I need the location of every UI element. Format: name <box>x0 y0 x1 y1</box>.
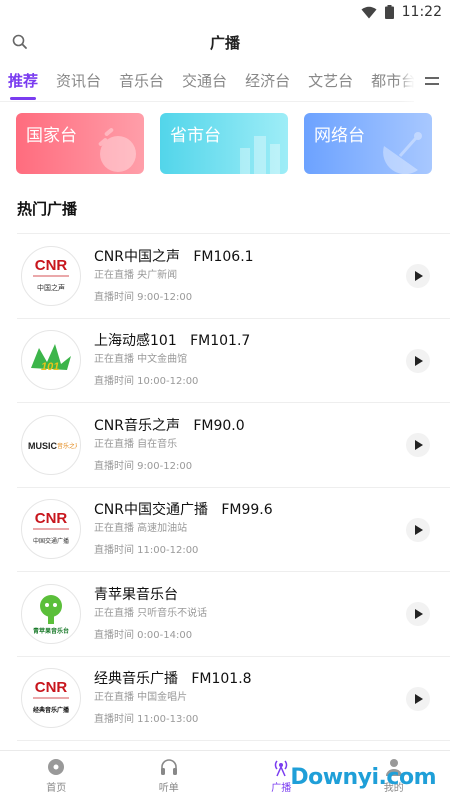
station-name: CNR音乐之声 FM90.0 <box>94 417 245 434</box>
menu-icon <box>425 77 439 85</box>
dg101-logo-icon: 101 <box>31 344 71 373</box>
station-name: 上海动感101 FM101.7 <box>94 333 251 350</box>
station-name: 经典音乐广播 FM101.8 <box>94 671 252 688</box>
svg-text:CNR: CNR <box>35 510 68 527</box>
play-button[interactable] <box>406 602 430 626</box>
search-icon[interactable] <box>11 33 29 51</box>
tab-economy[interactable]: 经济台 <box>245 70 290 91</box>
status-time: 11:22 <box>401 4 442 20</box>
nav-playlist[interactable]: 听单 <box>113 751 226 800</box>
nav-home-label: 首页 <box>46 783 67 794</box>
tab-music[interactable]: 音乐台 <box>119 70 164 91</box>
station-name: CNR中国之声 FM106.1 <box>94 248 254 265</box>
station-now-playing: 正在直播 高速加油站 <box>94 523 188 535</box>
nav-home[interactable]: 首页 <box>0 751 113 800</box>
svg-text:青苹果音乐台: 青苹果音乐台 <box>33 627 69 635</box>
apple-mascot-icon: 青苹果音乐台 <box>33 594 69 635</box>
status-bar: 11:22 <box>0 0 450 24</box>
tab-city[interactable]: 都市台 <box>371 70 416 91</box>
play-button[interactable] <box>406 433 430 457</box>
cnr-logo-icon: CNR 经典音乐广播 <box>33 679 70 714</box>
station-logo-cnr: CNR 中国之声 <box>21 245 81 306</box>
tab-arts[interactable]: 文艺台 <box>308 70 353 91</box>
nav-radio-label: 广播 <box>271 783 292 794</box>
music-logo-icon: MUSIC 音乐之声 <box>28 441 77 451</box>
list-item[interactable]: 101 上海动感101 FM101.7 正在直播 中文金曲馆 直播时间 10:0… <box>17 319 450 403</box>
svg-text:音乐之声: 音乐之声 <box>57 442 77 450</box>
svg-text:101: 101 <box>41 361 59 373</box>
svg-text:经典音乐广播: 经典音乐广播 <box>33 706 70 714</box>
station-time: 直播时间 11:00-12:00 <box>94 545 199 557</box>
card-network[interactable]: 网络台 <box>304 113 432 174</box>
disc-icon <box>48 759 65 775</box>
cnr-logo-icon: CNR 中国交通广播 <box>33 510 69 545</box>
station-now-playing: 正在直播 央广新闻 <box>94 269 178 281</box>
station-now-playing: 正在直播 中文金曲馆 <box>94 354 188 366</box>
station-logo-music: MUSIC 音乐之声 <box>21 414 81 475</box>
station-logo-dg: 101 <box>21 330 81 391</box>
radio-tower-icon <box>275 760 288 777</box>
play-icon <box>414 524 423 535</box>
list-item[interactable]: 青苹果音乐台 青苹果音乐台 正在直播 只听音乐不说话 直播时间 0:00-14:… <box>17 572 450 657</box>
cnr-logo-icon: CNR 中国之声 <box>33 257 69 292</box>
play-button[interactable] <box>406 686 430 711</box>
tab-recommend[interactable]: 推荐 <box>8 70 38 100</box>
station-name: CNR中国交通广播 FM99.6 <box>94 502 273 519</box>
app-header: 广播 <box>0 24 450 60</box>
station-time: 直播时间 0:00-14:00 <box>94 629 193 641</box>
play-icon <box>414 693 423 704</box>
section-title: 热门广播 <box>17 200 78 218</box>
building-icon <box>240 136 280 174</box>
page-title: 广播 <box>209 33 240 52</box>
satellite-dish-icon <box>383 132 422 174</box>
station-time: 直播时间 9:00-12:00 <box>94 291 193 303</box>
card-national[interactable]: 国家台 <box>16 113 144 174</box>
list-item[interactable]: CNR 中国交通广播 CNR中国交通广播 FM99.6 正在直播 高速加油站 直… <box>17 488 450 572</box>
nav-playlist-label: 听单 <box>158 783 179 794</box>
station-logo-apple: 青苹果音乐台 <box>21 583 81 644</box>
svg-text:CNR: CNR <box>35 257 68 274</box>
wifi-icon <box>361 6 377 18</box>
plug-icon <box>98 128 136 172</box>
category-tabs: 推荐 资讯台 音乐台 交通台 经济台 文艺台 都市台 <box>0 60 450 102</box>
station-now-playing: 正在直播 只听音乐不说话 <box>94 607 208 619</box>
card-provincial-label: 省市台 <box>170 126 221 146</box>
play-button[interactable] <box>406 517 430 542</box>
svg-text:中国交通广播: 中国交通广播 <box>33 537 69 545</box>
card-network-label: 网络台 <box>314 126 365 146</box>
station-now-playing: 正在直播 中国金唱片 <box>94 692 188 704</box>
play-icon <box>414 440 423 450</box>
watermark: Downyi.com <box>290 765 436 790</box>
station-list: CNR 中国之声 CNR中国之声 FM106.1 正在直播 央广新闻 直播时间 … <box>0 234 450 741</box>
svg-text:CNR: CNR <box>35 679 68 696</box>
station-logo-cnr-traffic: CNR 中国交通广播 <box>21 499 81 560</box>
play-icon <box>414 355 423 366</box>
headphones-icon <box>160 759 177 775</box>
battery-icon <box>384 5 394 19</box>
tab-traffic[interactable]: 交通台 <box>182 70 227 91</box>
play-icon <box>414 271 423 281</box>
category-cards: 国家台 省市台 网络台 <box>0 113 450 174</box>
play-button[interactable] <box>406 348 430 373</box>
play-button[interactable] <box>406 264 430 288</box>
more-tabs-button[interactable] <box>414 60 450 102</box>
station-time: 直播时间 11:00-13:00 <box>94 714 199 726</box>
station-name: 青苹果音乐台 <box>94 586 178 603</box>
card-national-label: 国家台 <box>26 126 77 146</box>
play-icon <box>414 609 423 619</box>
tab-news[interactable]: 资讯台 <box>56 70 101 91</box>
svg-text:MUSIC: MUSIC <box>28 441 58 451</box>
station-logo-classic: CNR 经典音乐广播 <box>21 668 81 729</box>
list-item[interactable]: CNR 经典音乐广播 经典音乐广播 FM101.8 正在直播 中国金唱片 直播时… <box>17 657 450 741</box>
card-provincial[interactable]: 省市台 <box>160 113 288 174</box>
station-now-playing: 正在直播 自在音乐 <box>94 438 178 450</box>
station-time: 直播时间 10:00-12:00 <box>94 376 199 388</box>
list-item[interactable]: MUSIC 音乐之声 CNR音乐之声 FM90.0 正在直播 自在音乐 直播时间… <box>17 403 450 488</box>
svg-text:中国之声: 中国之声 <box>37 283 65 292</box>
station-time: 直播时间 9:00-12:00 <box>94 460 193 472</box>
list-item[interactable]: CNR 中国之声 CNR中国之声 FM106.1 正在直播 央广新闻 直播时间 … <box>17 234 450 319</box>
